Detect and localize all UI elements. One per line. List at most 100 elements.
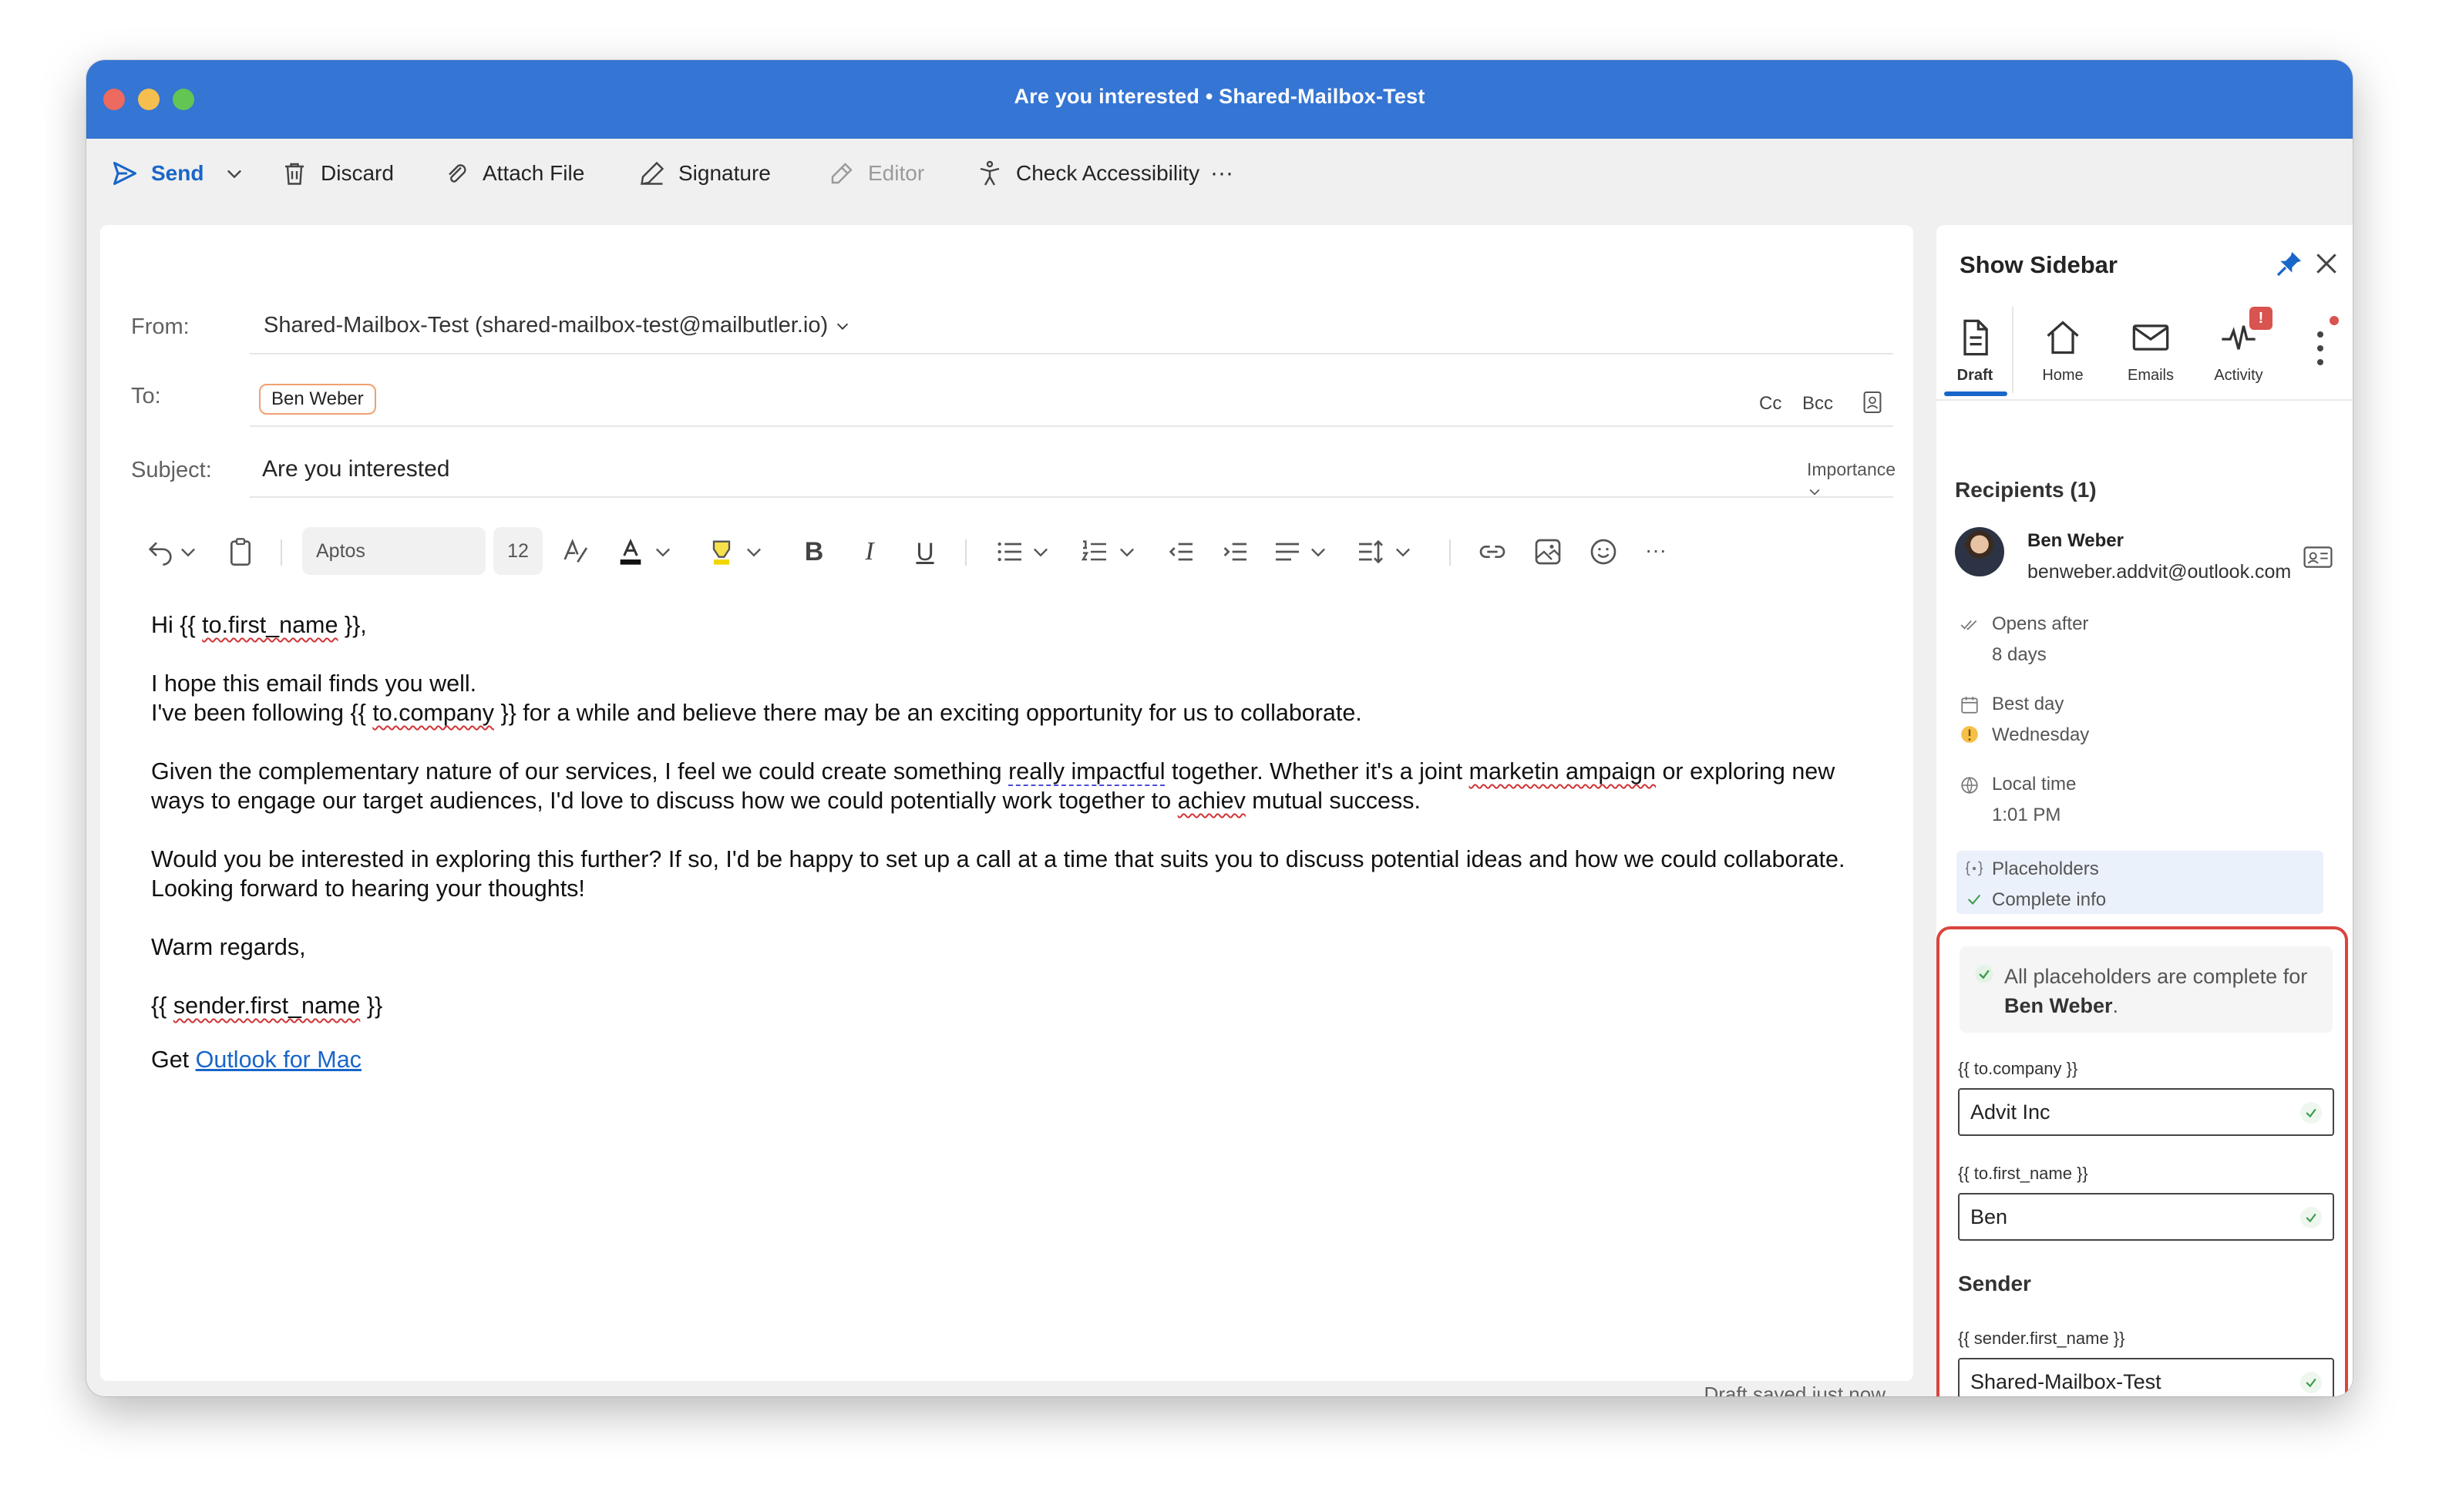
emoji-icon[interactable]	[1588, 536, 1619, 567]
body-line: I've been following {{ to.company }} for…	[151, 698, 1878, 727]
placeholder-first-name-value: Ben	[1970, 1205, 2008, 1228]
sidebar-tabs: Draft Home Emails Activity !	[1936, 297, 2353, 401]
more-formatting-icon[interactable]: ···	[1645, 536, 1676, 567]
email-body[interactable]: Hi {{ to.first_name }}, I hope this emai…	[151, 610, 1878, 1074]
to-label: To:	[131, 384, 161, 408]
subject-label: Subject:	[131, 458, 212, 482]
grammar-suggestion: really impactful	[1008, 758, 1166, 785]
importance-dropdown[interactable]: Importance	[1807, 459, 1913, 501]
compose-pane: From: Shared-Mailbox-Test (shared-mailbo…	[100, 225, 1913, 1396]
underline-icon[interactable]: U	[910, 536, 940, 567]
tab-activity-label: Activity	[2214, 367, 2263, 384]
editor-button[interactable]: Editor	[828, 139, 924, 208]
outlook-compose-window: Are you interested • Shared-Mailbox-Test…	[86, 60, 2353, 1396]
warning-icon	[1961, 726, 1978, 743]
tab-draft[interactable]: Draft	[1936, 297, 2013, 401]
from-divider	[250, 353, 1893, 354]
increase-indent-icon[interactable]	[1220, 536, 1250, 567]
toolbar-separator	[965, 539, 967, 566]
globe-icon	[1961, 777, 1978, 795]
from-selector[interactable]: Shared-Mailbox-Test (shared-mailbox-test…	[264, 313, 851, 338]
bcc-button[interactable]: Bcc	[1802, 393, 1833, 415]
placeholder-sender-first-name: sender.first_name	[173, 993, 361, 1019]
numbered-list-chevron-icon[interactable]	[1116, 536, 1138, 567]
body-text-span: }} for a while and believe there may be …	[493, 700, 1362, 726]
toolbar-separator	[1449, 539, 1451, 566]
compose-toolbar: Send Discard Attach File Signature Edito…	[86, 139, 2353, 208]
address-book-icon[interactable]	[1862, 390, 1882, 415]
italic-icon[interactable]: I	[854, 536, 885, 567]
placeholder-sender-value: Shared-Mailbox-Test	[1970, 1369, 2161, 1393]
cc-button[interactable]: Cc	[1759, 393, 1781, 415]
from-label: From:	[131, 314, 190, 339]
tab-home-label: Home	[2042, 367, 2084, 384]
body-line: Would you be interested in exploring thi…	[151, 846, 1845, 872]
sender-section-header: Sender	[1958, 1272, 2031, 1295]
format-painter-icon[interactable]	[560, 536, 590, 567]
bold-icon[interactable]: B	[799, 536, 829, 567]
body-text-span: or exploring new	[1656, 758, 1835, 785]
font-size-select[interactable]: 12	[493, 527, 543, 575]
pin-icon[interactable]	[2274, 248, 2305, 279]
mailbutler-sidebar: Show Sidebar Draft Home Emails Activity …	[1936, 225, 2353, 1396]
highlighter-icon[interactable]	[706, 536, 737, 567]
body-text-span: ways to engage our target audiences, I'd…	[151, 788, 1178, 814]
placeholder-first-name-input[interactable]: Ben	[1958, 1193, 2334, 1241]
send-options-dropdown[interactable]	[224, 139, 245, 208]
closing-line: Warm regards,	[151, 934, 306, 960]
insert-picture-icon[interactable]	[1532, 536, 1563, 567]
attach-file-button[interactable]: Attach File	[442, 139, 584, 208]
recipient-email: benweber.addvit@outlook.com	[2027, 561, 2292, 583]
check-icon	[1967, 894, 1981, 905]
undo-icon[interactable]	[145, 536, 176, 567]
more-options-button[interactable]: ···	[1210, 139, 1233, 208]
recipient-name: Ben Weber	[2027, 530, 2124, 551]
calendar-icon	[1961, 697, 1978, 714]
spelling-error: marketin ampaign	[1468, 758, 1656, 785]
tab-activity[interactable]: Activity !	[2200, 297, 2277, 401]
check-accessibility-button[interactable]: Check Accessibility	[976, 139, 1199, 208]
highlighter-chevron-icon[interactable]	[743, 536, 765, 567]
font-name-select[interactable]: Aptos	[302, 527, 486, 575]
subject-divider	[250, 496, 1893, 498]
line-spacing-chevron-icon[interactable]	[1392, 536, 1414, 567]
best-day-value: Wednesday	[1992, 724, 2090, 745]
body-text-span: together. Whether it's a joint	[1165, 758, 1469, 785]
placeholders-complete-notice: All placeholders are complete for Ben We…	[1960, 946, 2333, 1033]
body-text-span: }}	[360, 993, 383, 1019]
signature-button[interactable]: Signature	[638, 139, 771, 208]
field-check-icon	[2300, 1372, 2322, 1393]
close-sidebar-icon[interactable]	[2311, 248, 2342, 279]
decrease-indent-icon[interactable]	[1166, 536, 1196, 567]
link-icon[interactable]	[1477, 536, 1508, 567]
tab-emails-label: Emails	[2127, 367, 2174, 384]
recipient-chip[interactable]: Ben Weber	[259, 384, 376, 415]
clipboard-icon[interactable]	[225, 536, 256, 567]
tab-home[interactable]: Home	[2024, 297, 2101, 401]
recipient-chip-label: Ben Weber	[271, 388, 364, 409]
notice-text: All placeholders are complete for Ben We…	[2004, 962, 2328, 1020]
font-color-chevron-icon[interactable]	[652, 536, 674, 567]
bullet-list-icon[interactable]	[994, 536, 1025, 567]
contact-card-icon[interactable]	[2303, 546, 2333, 569]
placeholder-company-input[interactable]: Advit Inc	[1958, 1088, 2334, 1136]
sidebar-more-icon[interactable]	[2313, 325, 2328, 371]
placeholder-sender-input[interactable]: Shared-Mailbox-Test	[1958, 1358, 2334, 1396]
undo-options-chevron-icon[interactable]	[177, 536, 199, 567]
discard-button[interactable]: Discard	[281, 139, 394, 208]
greeting-line: Hi {{ to.first_name }},	[151, 610, 1878, 640]
numbered-list-icon[interactable]	[1079, 536, 1110, 567]
outlook-for-mac-link[interactable]: Outlook for Mac	[196, 1047, 362, 1073]
subject-input[interactable]: Are you interested	[262, 456, 449, 482]
align-chevron-icon[interactable]	[1307, 536, 1329, 567]
align-icon[interactable]	[1272, 536, 1303, 567]
accessibility-icon	[980, 160, 1000, 186]
send-button[interactable]: Send	[111, 139, 204, 208]
field-check-icon	[2300, 1207, 2322, 1228]
line-spacing-icon[interactable]	[1355, 536, 1386, 567]
placeholder-company-label: {{ to.company }}	[1958, 1059, 2078, 1078]
placeholders-summary[interactable]: Placeholders Complete info	[1956, 851, 2323, 914]
font-color-icon[interactable]	[615, 536, 646, 567]
tab-emails[interactable]: Emails	[2112, 297, 2189, 401]
bullet-list-chevron-icon[interactable]	[1030, 536, 1051, 567]
